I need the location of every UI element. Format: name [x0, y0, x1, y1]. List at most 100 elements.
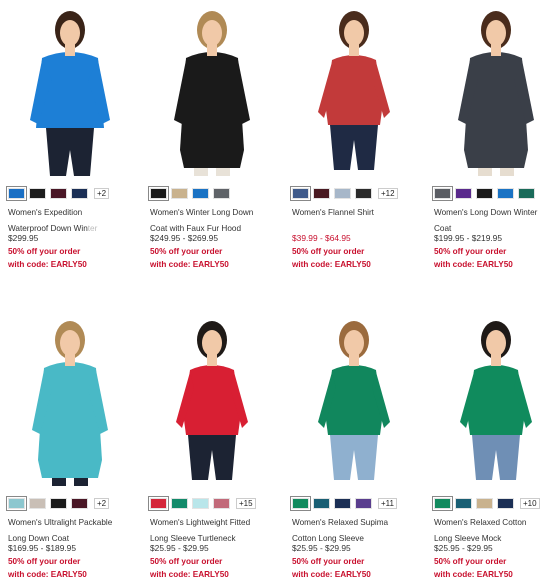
promo-line2: with code: EARLY50 [150, 259, 229, 269]
promo-line2: with code: EARLY50 [434, 569, 513, 579]
product-card[interactable]: +11 Women's Relaxed Supima Cotton Long S… [284, 310, 424, 587]
color-swatch[interactable] [334, 498, 351, 509]
promo-text: 50% off your order with code: EARLY50 [8, 246, 87, 271]
promo-text: 50% off your order with code: EARLY50 [292, 556, 371, 581]
promo-line2: with code: EARLY50 [8, 259, 87, 269]
color-swatch[interactable] [518, 188, 535, 199]
color-swatch[interactable] [29, 498, 46, 509]
color-swatch[interactable] [476, 188, 493, 199]
promo-line1: 50% off your order [292, 557, 365, 566]
color-swatch[interactable] [29, 188, 46, 199]
product-name-line1: Women's Long Down Winter [434, 208, 538, 217]
more-colors-badge[interactable]: +11 [378, 498, 397, 509]
color-swatch[interactable] [148, 186, 169, 201]
product-card[interactable]: Women's Winter Long Down Coat with Faux … [142, 0, 282, 292]
product-image[interactable] [426, 310, 550, 488]
product-price: $299.95 [8, 233, 39, 243]
color-swatch[interactable] [148, 496, 169, 511]
color-swatch[interactable] [497, 188, 514, 199]
promo-line1: 50% off your order [434, 557, 507, 566]
product-image[interactable] [0, 310, 140, 488]
color-swatch[interactable] [192, 498, 209, 509]
promo-text: 50% off your order with code: EARLY50 [150, 556, 229, 581]
color-swatch[interactable] [290, 496, 311, 511]
color-swatches [148, 186, 234, 201]
product-image[interactable] [142, 0, 282, 178]
product-name[interactable]: Women's Flannel Shirt [292, 205, 422, 221]
product-name-line1: Women's Relaxed Cotton [434, 518, 527, 527]
color-swatches: +12 [290, 186, 398, 201]
color-swatches: +10 [432, 496, 540, 511]
color-swatch[interactable] [476, 498, 493, 509]
product-image[interactable] [284, 310, 424, 488]
promo-line1: 50% off your order [150, 247, 223, 256]
color-swatch[interactable] [71, 188, 88, 199]
color-swatch[interactable] [497, 498, 514, 509]
more-colors-badge[interactable]: +12 [378, 188, 398, 199]
color-swatch[interactable] [313, 498, 330, 509]
color-swatch[interactable] [290, 186, 311, 201]
promo-line2: with code: EARLY50 [150, 569, 229, 579]
promo-line1: 50% off your order [150, 557, 223, 566]
promo-line2: with code: EARLY50 [292, 569, 371, 579]
color-swatch[interactable] [6, 496, 27, 511]
product-card[interactable]: +2 Women's Expedition Waterproof Down Wi… [0, 0, 140, 292]
color-swatch[interactable] [432, 496, 453, 511]
product-price: $25.95 - $29.95 [292, 543, 351, 553]
color-swatches: +2 [6, 186, 110, 201]
color-swatch[interactable] [71, 498, 88, 509]
product-price: $199.95 - $219.95 [434, 233, 502, 243]
promo-text: 50% off your order with code: EARLY50 [292, 246, 371, 271]
product-card[interactable]: +10 Women's Relaxed Cotton Long Sleeve M… [426, 310, 550, 587]
color-swatch[interactable] [192, 188, 209, 199]
product-name-line1: Women's Ultralight Packable [8, 518, 113, 527]
color-swatch[interactable] [455, 188, 472, 199]
color-swatch[interactable] [455, 498, 472, 509]
color-swatch[interactable] [6, 186, 27, 201]
product-name-overflow: ter [87, 224, 98, 233]
color-swatch[interactable] [334, 188, 351, 199]
product-card[interactable]: +15 Women's Lightweight Fitted Long Slee… [142, 310, 282, 587]
more-colors-badge[interactable]: +10 [520, 498, 540, 509]
color-swatch[interactable] [50, 188, 67, 199]
product-name-line1: Women's Lightweight Fitted [150, 518, 251, 527]
color-swatch[interactable] [171, 498, 188, 509]
color-swatch[interactable] [313, 188, 330, 199]
product-grid: +2 Women's Expedition Waterproof Down Wi… [0, 0, 550, 587]
product-name-line1: Women's Relaxed Supima [292, 518, 389, 527]
promo-line1: 50% off your order [292, 247, 365, 256]
product-card[interactable]: +2 Women's Ultralight Packable Long Down… [0, 310, 140, 587]
color-swatch[interactable] [50, 498, 67, 509]
product-price: $169.95 - $189.95 [8, 543, 76, 553]
product-price: $39.99 - $64.95 [292, 233, 351, 243]
product-name-line1: Women's Flannel Shirt [292, 208, 374, 217]
color-swatches: +11 [290, 496, 397, 511]
color-swatch[interactable] [355, 188, 372, 199]
product-image[interactable] [142, 310, 282, 488]
promo-line1: 50% off your order [8, 557, 81, 566]
promo-line2: with code: EARLY50 [434, 259, 513, 269]
color-swatches [432, 186, 539, 201]
promo-text: 50% off your order with code: EARLY50 [434, 246, 513, 271]
more-colors-badge[interactable]: +15 [236, 498, 256, 509]
promo-text: 50% off your order with code: EARLY50 [434, 556, 513, 581]
color-swatch[interactable] [355, 498, 372, 509]
color-swatch[interactable] [432, 186, 453, 201]
product-card[interactable]: +12 Women's Flannel Shirt $39.99 - $64.9… [284, 0, 424, 292]
product-name-line1: Women's Winter Long Down [150, 208, 254, 217]
promo-line2: with code: EARLY50 [8, 569, 87, 579]
product-image[interactable] [426, 0, 550, 178]
promo-line2: with code: EARLY50 [292, 259, 371, 269]
product-price: $25.95 - $29.95 [150, 543, 209, 553]
color-swatch[interactable] [171, 188, 188, 199]
more-colors-badge[interactable]: +2 [94, 498, 110, 509]
more-colors-badge[interactable]: +2 [94, 188, 110, 199]
color-swatch[interactable] [213, 188, 230, 199]
promo-line1: 50% off your order [434, 247, 507, 256]
product-image[interactable] [284, 0, 424, 178]
color-swatch[interactable] [213, 498, 230, 509]
product-image[interactable] [0, 0, 140, 178]
product-card[interactable]: Women's Long Down Winter Coat $199.95 - … [426, 0, 550, 292]
promo-text: 50% off your order with code: EARLY50 [150, 246, 229, 271]
product-price: $25.95 - $29.95 [434, 543, 493, 553]
